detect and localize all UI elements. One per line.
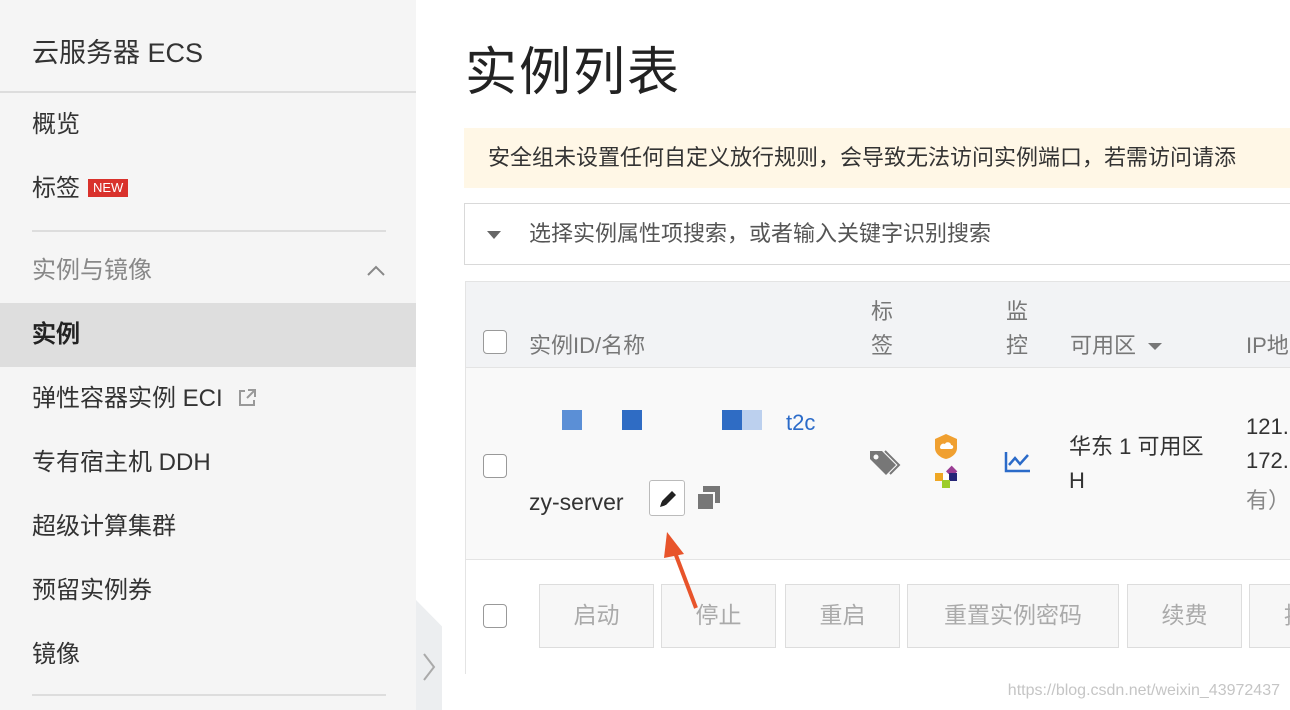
masked-block [742,410,762,430]
alibaba-os-icon [935,434,957,459]
sidebar-item-label: 概览 [32,111,80,138]
sidebar-item-eci[interactable]: 弹性容器实例 ECI [0,367,416,431]
zone-text: H [1069,468,1085,493]
column-header-tag: 签 [871,333,894,358]
annotation-arrow [664,532,698,609]
ip-text: 172. [1246,448,1289,473]
column-header-zone-label: 可用区 [1070,333,1137,358]
column-header-tag: 标 [871,299,894,324]
new-badge: NEW [88,179,129,197]
table-header: 实例ID/名称 标 签 监 控 可用区 IP地 [466,282,1290,368]
sidebar: 云服务器 ECS 概览 标签 NEW 实例与镜像 实例 弹性容器实例 ECI 专有… [0,0,416,710]
sidebar-item-images[interactable]: 镜像 [0,623,416,687]
centos-icon [935,465,958,488]
sidebar-item-label: 弹性容器实例 ECI [32,385,223,412]
sidebar-item-label: 标签 [32,175,80,202]
sidebar-collapse-toggle[interactable] [416,600,442,710]
row-checkbox[interactable] [483,454,507,478]
chevron-up-icon [367,265,385,276]
edit-icon [660,491,676,507]
column-header-ip: IP地 [1246,333,1289,358]
sidebar-item-label: 超级计算集群 [32,513,176,540]
start-button[interactable]: 启动 [539,584,654,648]
select-all-checkbox[interactable] [483,330,507,354]
sidebar-item-label: 镜像 [32,641,80,668]
watermark: https://blog.csdn.net/weixin_43972437 [1007,682,1280,699]
column-header-monitor: 控 [1006,333,1029,358]
zone-text: 华东 1 可用区 [1069,434,1204,459]
sidebar-divider [32,694,386,696]
sidebar-group-label: 实例与镜像 [32,257,152,284]
external-link-icon [239,389,257,406]
sidebar-item-label: 实例 [32,321,80,348]
sidebar-item-tags[interactable]: 标签 NEW [0,157,416,221]
sidebar-item-super-compute[interactable]: 超级计算集群 [0,495,416,559]
tag-icon[interactable] [868,448,902,478]
masked-block [722,410,742,430]
sidebar-item-overview[interactable]: 概览 [0,93,416,157]
masked-block [562,410,582,430]
column-header-monitor: 监 [1006,299,1029,324]
copy-icon[interactable] [694,484,724,512]
sidebar-item-label: 专有宿主机 DDH [32,449,211,476]
sidebar-item-ddh[interactable]: 专有宿主机 DDH [0,431,416,495]
table-row: t2c zy-server 华东 1 可用区 H 121. 172. 有） [466,368,1290,560]
restart-button[interactable]: 重启 [785,584,900,648]
caret-down-icon[interactable] [487,231,501,239]
batch-actions-bar: 启动 停止 重启 重置实例密码 续费 按 [466,560,1290,674]
ip-text: 有） [1246,488,1290,513]
sidebar-item-reserved-instances[interactable]: 预留实例券 [0,559,416,623]
monitor-chart-icon[interactable] [1004,450,1032,474]
sidebar-item-instances[interactable]: 实例 [0,303,416,367]
sidebar-title: 云服务器 ECS [0,0,416,93]
sidebar-divider [32,230,386,232]
sidebar-group-instances-images[interactable]: 实例与镜像 [0,239,416,303]
page-title: 实例列表 [465,44,682,102]
chevron-right-icon [423,653,436,681]
search-placeholder: 选择实例属性项搜索，或者输入关键字识别搜索 [529,221,992,246]
footer-select-checkbox[interactable] [483,604,507,628]
search-input[interactable]: 选择实例属性项搜索，或者输入关键字识别搜索 [464,203,1290,265]
reset-password-button[interactable]: 重置实例密码 [907,584,1119,648]
edit-name-button[interactable] [649,480,685,516]
ip-text: 121. [1246,414,1289,439]
security-group-notice: 安全组未设置任何自定义放行规则，会导致无法访问实例端口，若需访问请添 [464,128,1290,188]
renew-button[interactable]: 续费 [1127,584,1242,648]
more-button[interactable]: 按 [1249,584,1290,648]
column-header-zone[interactable]: 可用区 [1070,328,1163,360]
masked-block [622,410,642,430]
column-header-id-name: 实例ID/名称 [529,333,646,358]
instance-name: zy-server [529,489,624,515]
sort-caret-icon[interactable] [1148,341,1163,351]
sidebar-item-label: 预留实例券 [32,577,152,604]
instance-id-link[interactable]: t2c [786,410,815,436]
instance-table: 实例ID/名称 标 签 监 控 可用区 IP地 t2c zy-server 华东… [465,281,1290,674]
